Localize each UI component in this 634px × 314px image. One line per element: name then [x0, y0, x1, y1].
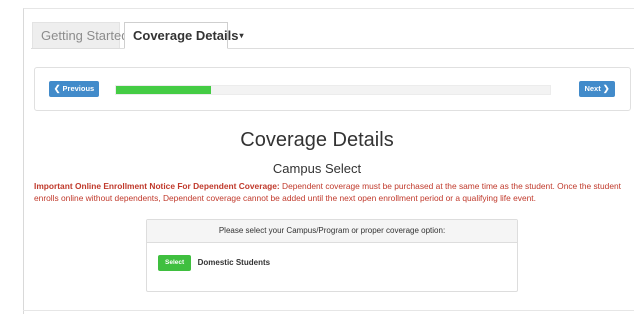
- chevron-right-icon: ❯: [602, 84, 610, 93]
- chevron-left-icon: ❮: [53, 84, 61, 93]
- next-button-label: Next: [584, 84, 601, 93]
- section-subtitle: Campus Select: [272, 161, 362, 176]
- list-item: Select Domestic Students: [158, 254, 271, 271]
- campus-select-panel: Please select your Campus/Program or pro…: [146, 219, 518, 292]
- progress-bar-fill: [116, 86, 212, 94]
- tab-coverage-details-label: Coverage Details: [133, 28, 239, 43]
- progress-bar: [115, 85, 551, 95]
- previous-button[interactable]: ❮ Previous: [49, 81, 99, 97]
- page-title: Coverage Details: [240, 129, 394, 151]
- progress-panel: ❮ Previous Next ❯: [34, 67, 631, 111]
- tab-coverage-details[interactable]: Coverage Details▾: [124, 22, 244, 49]
- tab-getting-started[interactable]: Getting Started▾: [32, 22, 133, 48]
- tab-bar: Getting Started▾ Coverage Details▾: [31, 22, 634, 49]
- previous-button-label: Previous: [62, 84, 95, 93]
- next-button[interactable]: Next ❯: [579, 81, 615, 97]
- tab-getting-started-label: Getting Started: [41, 28, 129, 43]
- caret-down-icon: ▾: [239, 31, 244, 40]
- campus-select-prompt: Please select your Campus/Program or pro…: [147, 220, 517, 243]
- enrollment-notice: Important Online Enrollment Notice For D…: [34, 180, 630, 204]
- divider: [23, 310, 634, 311]
- select-button[interactable]: Select: [158, 254, 192, 271]
- option-label: Domestic Students: [197, 258, 271, 268]
- enrollment-notice-title: Important Online Enrollment Notice For D…: [34, 181, 280, 191]
